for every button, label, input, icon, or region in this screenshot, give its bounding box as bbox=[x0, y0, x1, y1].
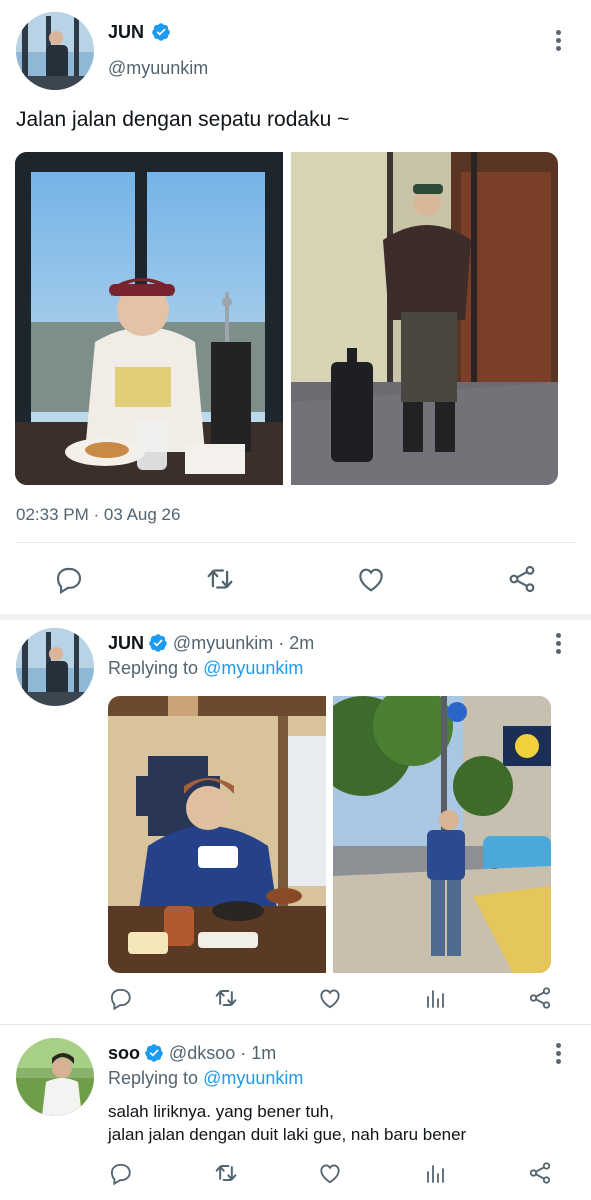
reply-icon[interactable] bbox=[100, 978, 140, 1018]
author-name[interactable]: JUN bbox=[108, 22, 171, 43]
share-icon[interactable] bbox=[520, 1153, 560, 1193]
share-icon[interactable] bbox=[502, 559, 542, 599]
tweet-timestamp[interactable]: 02:33 PM · 03 Aug 26 bbox=[16, 505, 180, 525]
more-options-icon[interactable] bbox=[556, 1043, 562, 1067]
section-separator bbox=[0, 614, 591, 620]
author-name[interactable]: soo bbox=[108, 1043, 140, 1063]
more-options-icon[interactable] bbox=[556, 633, 562, 657]
verified-badge-icon bbox=[152, 23, 170, 41]
author-handle[interactable]: @myuunkim bbox=[108, 58, 208, 79]
verified-badge-icon bbox=[145, 1044, 164, 1063]
more-options-icon[interactable] bbox=[556, 30, 562, 54]
share-icon[interactable] bbox=[520, 978, 560, 1018]
author-name[interactable]: JUN bbox=[108, 633, 144, 653]
retweet-icon[interactable] bbox=[206, 1153, 246, 1193]
replying-to-label: Replying to bbox=[108, 1068, 199, 1088]
replying-to-link[interactable]: @myuunkim bbox=[203, 658, 303, 678]
avatar-soo[interactable] bbox=[16, 1038, 94, 1116]
reply-text-line-1: salah liriknya. yang bener tuh, bbox=[108, 1102, 334, 1121]
author-name-text[interactable]: JUN bbox=[108, 22, 144, 42]
retweet-icon[interactable] bbox=[206, 978, 246, 1018]
analytics-icon[interactable] bbox=[416, 978, 456, 1018]
like-icon[interactable] bbox=[310, 1153, 350, 1193]
reply-header: JUN @myuunkim · 2m bbox=[108, 633, 314, 654]
reply-header: soo @dksoo · 1m bbox=[108, 1043, 276, 1064]
tweet-text: Jalan jalan dengan sepatu rodaku ~ bbox=[16, 108, 350, 131]
reply-photo-meal[interactable] bbox=[108, 696, 326, 973]
avatar-jun[interactable] bbox=[16, 12, 94, 90]
tweet-photo-hotel-breakfast[interactable] bbox=[15, 152, 283, 485]
reply-photo-street[interactable] bbox=[333, 696, 551, 973]
divider bbox=[0, 1024, 591, 1025]
reply-text: salah liriknya. yang bener tuh, jalan ja… bbox=[108, 1100, 466, 1146]
author-handle-time[interactable]: @dksoo · 1m bbox=[169, 1043, 276, 1063]
replying-to-link[interactable]: @myuunkim bbox=[203, 1068, 303, 1088]
reply-text-line-2: jalan jalan dengan duit laki gue, nah ba… bbox=[108, 1125, 467, 1144]
tweet-photo-mirror-selfie[interactable] bbox=[291, 152, 558, 485]
analytics-icon[interactable] bbox=[416, 1153, 456, 1193]
avatar-jun[interactable] bbox=[16, 628, 94, 706]
reply-icon[interactable] bbox=[100, 1153, 140, 1193]
retweet-icon[interactable] bbox=[200, 559, 240, 599]
verified-badge-icon bbox=[149, 634, 168, 653]
author-handle-time[interactable]: @myuunkim · 2m bbox=[173, 633, 314, 653]
divider bbox=[16, 542, 575, 543]
like-icon[interactable] bbox=[351, 559, 391, 599]
reply-icon[interactable] bbox=[48, 559, 88, 599]
replying-to: Replying to @myuunkim bbox=[108, 658, 303, 679]
replying-to: Replying to @myuunkim bbox=[108, 1068, 303, 1089]
like-icon[interactable] bbox=[310, 978, 350, 1018]
replying-to-label: Replying to bbox=[108, 658, 199, 678]
